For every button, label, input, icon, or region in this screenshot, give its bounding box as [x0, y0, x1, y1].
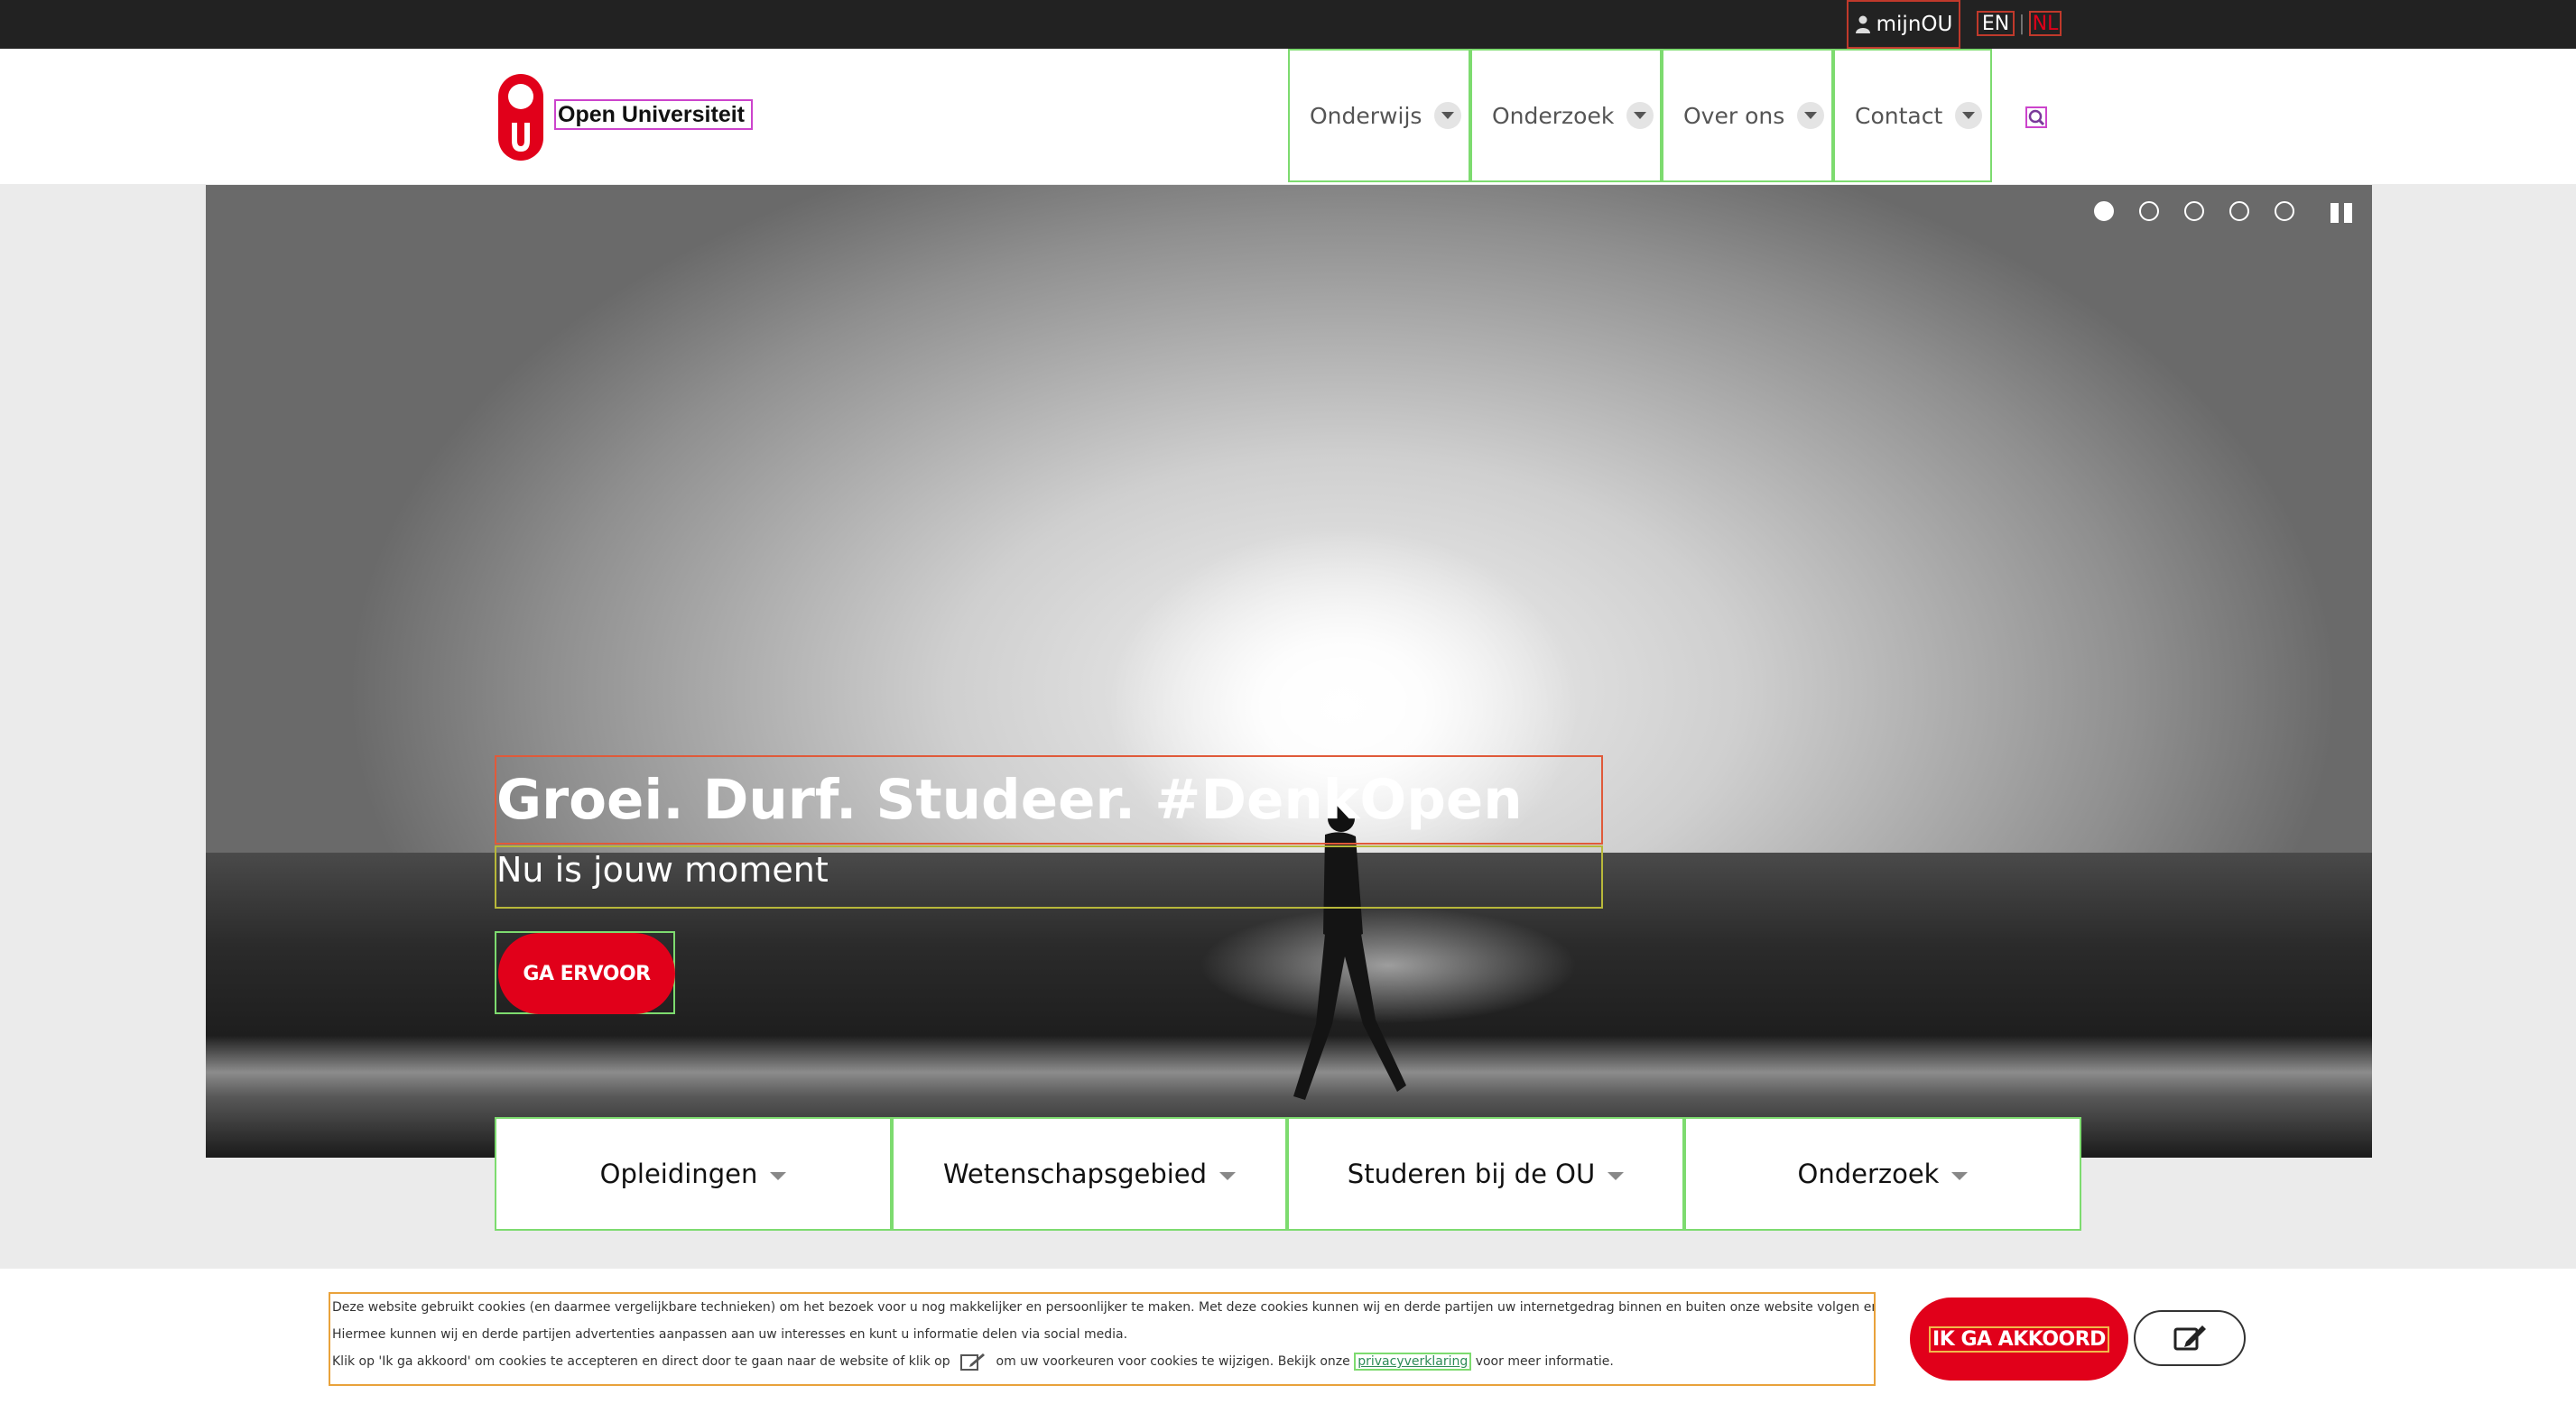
- nav-contact[interactable]: Contact: [1833, 49, 1992, 182]
- agree-button[interactable]: IK GA AKKOORD: [1910, 1298, 2128, 1381]
- chevron-down-icon: [770, 1171, 787, 1180]
- chevron-down-icon[interactable]: [1626, 102, 1654, 129]
- cookie-settings-button[interactable]: [2134, 1310, 2246, 1366]
- hero-title: Groei. Durf. Studeer. #DenkOpen: [495, 755, 1603, 845]
- carousel-dot[interactable]: [2184, 201, 2204, 221]
- brand-name[interactable]: Open Universiteit: [554, 99, 753, 130]
- hero-cta-wrapper: GA ERVOOR: [495, 931, 675, 1014]
- hero-subtitle: Nu is jouw moment: [495, 845, 1603, 909]
- tab-label: Onderzoek: [1797, 1159, 1940, 1189]
- cookie-line-3: Klik op 'Ik ga akkoord' om cookies te ac…: [332, 1348, 1874, 1375]
- mijnou-label: mijnOU: [1876, 13, 1953, 36]
- cookie-line-3-start: Klik op 'Ik ga akkoord' om cookies te ac…: [332, 1354, 950, 1369]
- nav-label: Onderzoek: [1492, 102, 1615, 129]
- site-header: Open Universiteit Onderwijs Onderzoek Ov…: [0, 49, 2576, 184]
- cookie-line-1: Deze website gebruikt cookies (en daarme…: [332, 1300, 1876, 1315]
- carousel-dot[interactable]: [2275, 201, 2294, 221]
- carousel-dot[interactable]: [2229, 201, 2249, 221]
- tab-label: Studeren bij de OU: [1347, 1159, 1596, 1189]
- search-icon[interactable]: [2025, 106, 2047, 128]
- tab-opleidingen[interactable]: Opleidingen: [495, 1117, 892, 1231]
- language-separator: |: [2018, 12, 2025, 35]
- cookie-line-3-end: voor meer informatie.: [1475, 1354, 1614, 1369]
- chevron-down-icon: [1608, 1171, 1625, 1180]
- privacy-link[interactable]: privacyverklaring: [1354, 1353, 1472, 1371]
- tab-studeren-bij-de-ou[interactable]: Studeren bij de OU: [1287, 1117, 1684, 1231]
- nav-label: Contact: [1855, 102, 1943, 129]
- cookie-text: Deze website gebruikt cookies (en daarme…: [329, 1292, 1876, 1386]
- language-nl[interactable]: NL: [2029, 11, 2062, 36]
- agree-label: IK GA AKKOORD: [1929, 1325, 2109, 1353]
- nav-label: Over ons: [1683, 102, 1785, 129]
- language-en[interactable]: EN: [1977, 11, 2015, 36]
- ou-logo[interactable]: [496, 72, 545, 162]
- tab-wetenschapsgebied[interactable]: Wetenschapsgebied: [892, 1117, 1287, 1231]
- nav-over-ons[interactable]: Over ons: [1662, 49, 1833, 182]
- carousel-dot[interactable]: [2139, 201, 2159, 221]
- tab-onderzoek[interactable]: Onderzoek: [1684, 1117, 2081, 1231]
- carousel-dots: [2094, 201, 2294, 221]
- chevron-down-icon[interactable]: [1434, 102, 1462, 129]
- ga-ervoor-button[interactable]: GA ERVOOR: [498, 933, 675, 1014]
- pause-icon[interactable]: [2330, 203, 2354, 223]
- mijnou-link[interactable]: mijnOU: [1847, 0, 1960, 49]
- nav-label: Onderwijs: [1310, 102, 1422, 129]
- top-bar: mijnOU EN | NL: [0, 0, 2576, 49]
- edit-icon[interactable]: [959, 1352, 987, 1371]
- chevron-down-icon[interactable]: [1797, 102, 1825, 129]
- quick-tabs: Opleidingen Wetenschapsgebied Studeren b…: [495, 1117, 2081, 1231]
- chevron-down-icon: [1951, 1171, 1969, 1180]
- cookie-line-3-middle: om uw voorkeuren voor cookies te wijzige…: [996, 1354, 1350, 1369]
- nav-onderwijs[interactable]: Onderwijs: [1288, 49, 1470, 182]
- nav-onderzoek[interactable]: Onderzoek: [1470, 49, 1662, 182]
- chevron-down-icon: [1219, 1171, 1237, 1180]
- tab-label: Wetenschapsgebied: [942, 1159, 1208, 1189]
- carousel-dot[interactable]: [2094, 201, 2114, 221]
- tab-label: Opleidingen: [599, 1159, 758, 1189]
- cookie-banner: Deze website gebruikt cookies (en daarme…: [0, 1269, 2576, 1413]
- chevron-down-icon[interactable]: [1955, 102, 1983, 129]
- cookie-line-2: Hiermee kunnen wij en derde partijen adv…: [332, 1327, 1128, 1342]
- walking-person-image: [1293, 805, 1406, 1100]
- user-icon: [1855, 15, 1870, 33]
- edit-icon: [2173, 1325, 2206, 1351]
